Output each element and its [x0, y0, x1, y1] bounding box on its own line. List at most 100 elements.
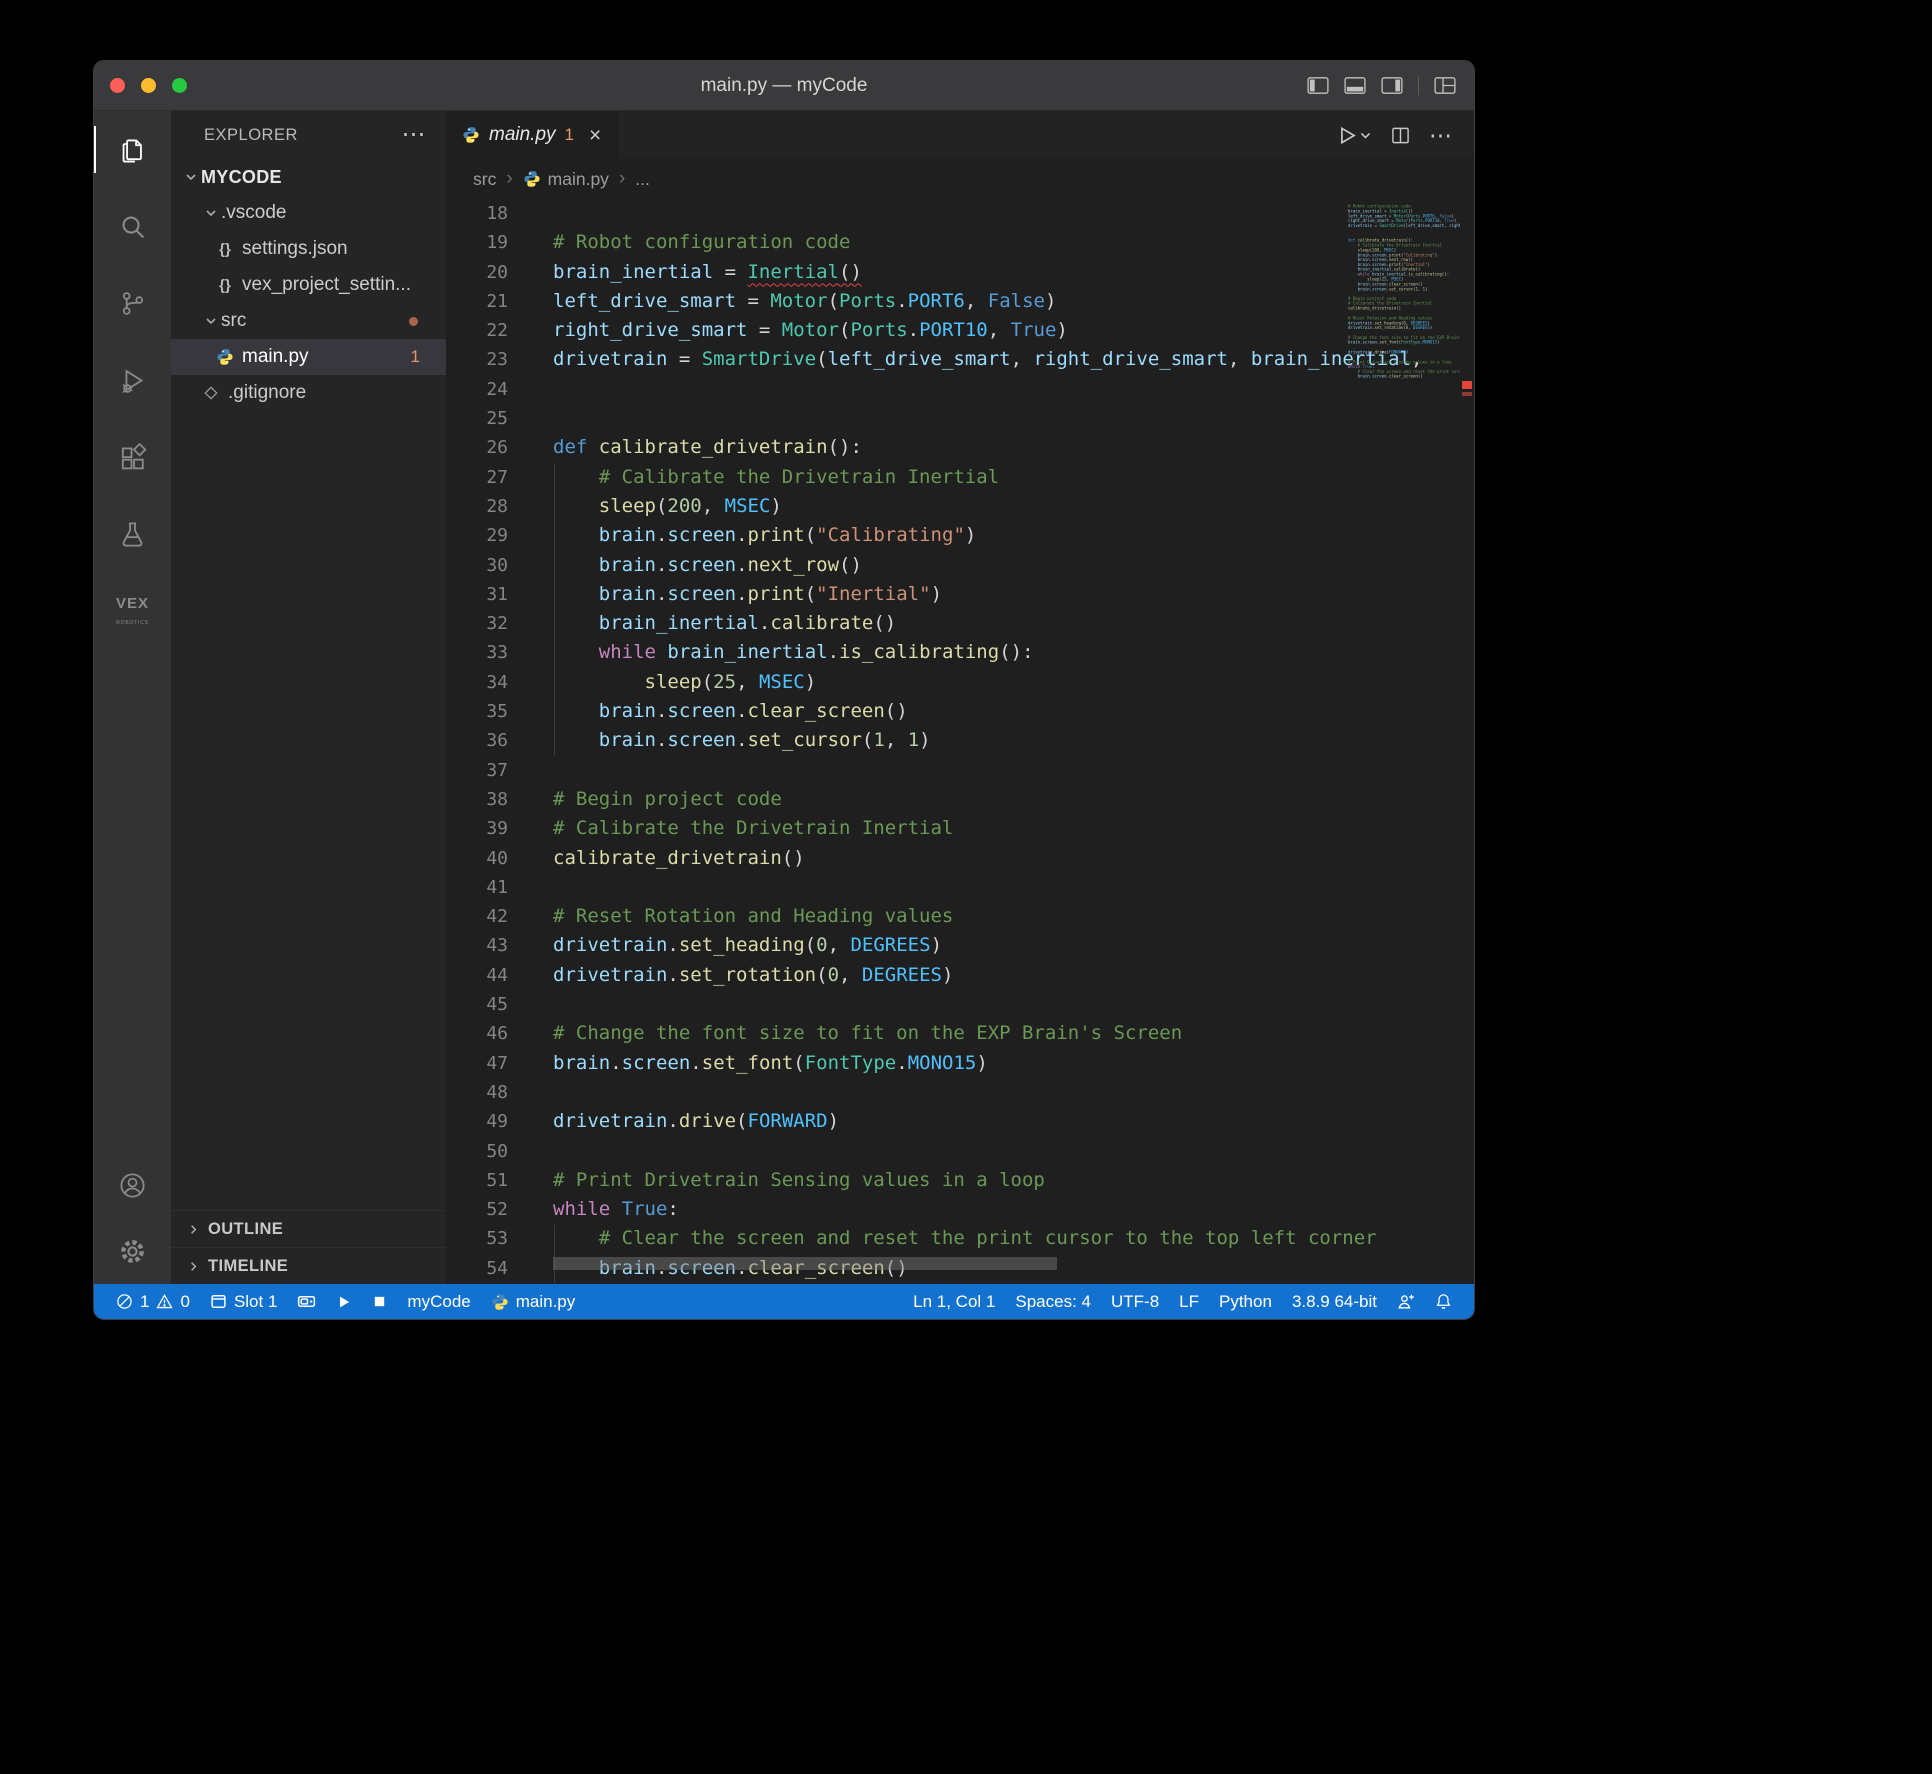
- error-icon: [116, 1293, 133, 1310]
- chevron-down-icon[interactable]: [201, 313, 221, 329]
- tab-main-py[interactable]: main.py 1 ×: [446, 111, 618, 159]
- tree-item-main-py[interactable]: main.py1: [171, 339, 446, 375]
- panel-outline[interactable]: OUTLINE: [171, 1210, 446, 1247]
- status-python-interpreter[interactable]: 3.8.9 64-bit: [1282, 1284, 1387, 1319]
- tree-item-label: src: [221, 310, 246, 332]
- breadcrumb-item-src[interactable]: src: [473, 169, 496, 190]
- status-vex-slot[interactable]: Slot 1: [200, 1284, 287, 1319]
- python-file-icon: [462, 126, 480, 144]
- status-problems[interactable]: 10: [106, 1284, 200, 1319]
- status-language-mode[interactable]: Python: [1209, 1284, 1282, 1319]
- search-icon: [118, 212, 147, 241]
- minimize-window-button[interactable]: [141, 78, 156, 93]
- stop-icon: [372, 1294, 387, 1309]
- chevron-down-icon[interactable]: [201, 205, 221, 221]
- status-project-name[interactable]: myCode: [397, 1284, 480, 1319]
- code-line: 37: [446, 756, 1474, 785]
- run-python-file-button[interactable]: [1336, 125, 1372, 146]
- tree-item-gitignore[interactable]: .gitignore: [171, 375, 446, 411]
- activity-item-settings[interactable]: [94, 1218, 171, 1284]
- activity-item-extensions[interactable]: [94, 419, 171, 496]
- close-window-button[interactable]: [110, 78, 125, 93]
- breadcrumb-separator: ›: [506, 168, 512, 190]
- panel-timeline[interactable]: TIMELINE: [171, 1247, 446, 1284]
- tree-item-vex-project-settin[interactable]: {}vex_project_settin...: [171, 267, 446, 303]
- code-line: 27 # Calibrate the Drivetrain Inertial: [446, 463, 1474, 492]
- horizontal-scrollbar[interactable]: [553, 1257, 1057, 1270]
- code-line: 45: [446, 990, 1474, 1019]
- status-vex-brain[interactable]: [287, 1284, 326, 1319]
- status-text: Ln 1, Col 1: [913, 1292, 995, 1312]
- line-number: 37: [446, 756, 508, 785]
- line-number: 50: [446, 1137, 508, 1166]
- status-eol[interactable]: LF: [1169, 1284, 1209, 1319]
- status-indentation[interactable]: Spaces: 4: [1005, 1284, 1101, 1319]
- tree-item-src[interactable]: src: [171, 303, 446, 339]
- breadcrumb-item-[interactable]: ...: [635, 169, 650, 190]
- zoom-window-button[interactable]: [172, 78, 187, 93]
- python-file-icon: [215, 348, 235, 366]
- code-line: 40calibrate_drivetrain(): [446, 844, 1474, 873]
- run-debug-icon: [118, 366, 147, 395]
- settings-icon: [118, 1237, 147, 1266]
- bell-icon: [1435, 1293, 1452, 1310]
- status-active-file[interactable]: main.py: [481, 1284, 586, 1319]
- toggle-sidebar-right-icon[interactable]: [1381, 76, 1403, 95]
- code-line: 30 brain.screen.next_row(): [446, 551, 1474, 580]
- code-line: 28 sleep(200, MSEC): [446, 492, 1474, 521]
- code-line: 25: [446, 404, 1474, 433]
- code-line: 35 brain.screen.clear_screen(): [446, 697, 1474, 726]
- status-feedback[interactable]: [1387, 1284, 1425, 1319]
- problems-badge: 1: [411, 347, 420, 367]
- code-line: 48: [446, 1078, 1474, 1107]
- line-number: 34: [446, 668, 508, 697]
- line-number: 23: [446, 345, 508, 374]
- status-cursor-position[interactable]: Ln 1, Col 1: [903, 1284, 1005, 1319]
- status-notifications[interactable]: [1425, 1284, 1462, 1319]
- warning-icon: [156, 1293, 173, 1310]
- line-number: 41: [446, 873, 508, 902]
- activity-item-search[interactable]: [94, 188, 171, 265]
- tree-item-settings-json[interactable]: {}settings.json: [171, 231, 446, 267]
- customize-layout-icon[interactable]: [1434, 76, 1456, 95]
- testing-icon: [118, 520, 147, 549]
- line-number: 51: [446, 1166, 508, 1195]
- status-text: LF: [1179, 1292, 1199, 1312]
- source-control-icon: [118, 289, 147, 318]
- code-line: 36 brain.screen.set_cursor(1, 1): [446, 726, 1474, 755]
- activity-item-run-debug[interactable]: [94, 342, 171, 419]
- activity-item-account[interactable]: [94, 1152, 171, 1218]
- code-line: 50: [446, 1137, 1474, 1166]
- status-vex-play[interactable]: [326, 1284, 362, 1319]
- activity-item-explorer[interactable]: [94, 111, 171, 188]
- tree-item-label: MYCODE: [201, 167, 282, 188]
- split-editor-icon[interactable]: [1391, 126, 1410, 145]
- account-icon: [118, 1171, 147, 1200]
- activity-item-source-control[interactable]: [94, 265, 171, 342]
- tree-item-mycode[interactable]: MYCODE: [171, 159, 446, 195]
- code-line: 32 brain_inertial.calibrate(): [446, 609, 1474, 638]
- line-number: 43: [446, 931, 508, 960]
- code-line: 20brain_inertial = Inertial(): [446, 258, 1474, 287]
- status-vex-stop[interactable]: [362, 1284, 397, 1319]
- title-bar[interactable]: main.py — myCode: [94, 61, 1474, 111]
- code-line: 33 while brain_inertial.is_calibrating()…: [446, 638, 1474, 667]
- breadcrumb: src›main.py›...: [446, 159, 1474, 199]
- toggle-panel-icon[interactable]: [1344, 76, 1366, 95]
- status-text: 1: [140, 1292, 149, 1312]
- python-icon: [491, 1293, 509, 1311]
- breadcrumb-item-main-py[interactable]: main.py: [523, 169, 609, 190]
- activity-item-testing[interactable]: [94, 496, 171, 573]
- toggle-sidebar-left-icon[interactable]: [1307, 76, 1329, 95]
- minimap[interactable]: # Robot configuration codebrain_inertial…: [1348, 199, 1460, 461]
- status-encoding[interactable]: UTF-8: [1101, 1284, 1169, 1319]
- line-number: 53: [446, 1224, 508, 1253]
- activity-item-vex[interactable]: VEXROBOTICS: [94, 573, 171, 650]
- code-lines: 1819# Robot configuration code20brain_in…: [446, 199, 1474, 1283]
- code-line: 31 brain.screen.print("Inertial"): [446, 580, 1474, 609]
- tree-item-vscode[interactable]: .vscode: [171, 195, 446, 231]
- editor-code-area[interactable]: 1819# Robot configuration code20brain_in…: [446, 199, 1474, 1284]
- chevron-down-icon[interactable]: [181, 169, 201, 185]
- tab-close-icon[interactable]: ×: [589, 125, 601, 146]
- status-text: main.py: [516, 1292, 576, 1312]
